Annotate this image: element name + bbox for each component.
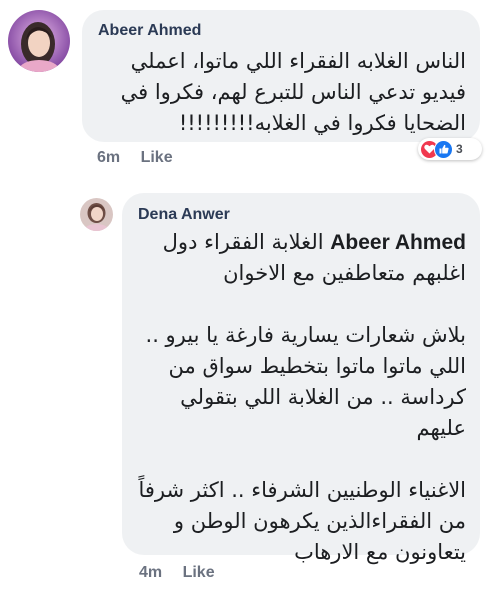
reply-line: عليهم <box>416 416 466 440</box>
reply-text: Abeer Ahmed الغلابة الفقراء دول اغلبهم م… <box>126 227 467 568</box>
like-reaction-icon <box>434 139 453 159</box>
comment-timestamp[interactable]: 6m <box>97 149 120 166</box>
avatar[interactable] <box>8 10 70 72</box>
reaction-count: 3 <box>456 142 463 156</box>
reply-line: بلاش شعارات يسارية فارغة يا بيرو .. <box>145 323 466 347</box>
comment-author[interactable]: Abeer Ahmed <box>98 22 201 40</box>
reply-line: كرداسة .. من الغلابة اللي بتقولي <box>180 385 466 409</box>
reply-first-line-text: الغلابة الفقراء دول <box>162 230 331 254</box>
comment-line: الناس الغلابه الفقراء اللي ماتوا، اعملي <box>130 49 466 73</box>
comment-line: الضحايا فكروا في الغلابه!!!!!!!!! <box>178 111 466 135</box>
comment-line: فيديو تدعي الناس للتبرع لهم، فكروا في <box>120 80 466 104</box>
reactions-badge[interactable]: 3 <box>418 138 482 160</box>
reply-author[interactable]: Dena Anwer <box>138 206 230 224</box>
mention-link[interactable]: Abeer Ahmed <box>330 231 466 254</box>
reply-timestamp[interactable]: 4m <box>139 564 162 581</box>
comment-bubble: Abeer Ahmed الناس الغلابه الفقراء اللي م… <box>82 10 480 142</box>
reply-line: الاغنياء الوطنيين الشرفاء .. اكثر شرفاً <box>138 478 467 502</box>
reply-like-button[interactable]: Like <box>183 564 215 581</box>
comment-text: الناس الغلابه الفقراء اللي ماتوا، اعملي … <box>96 46 466 139</box>
reply-avatar[interactable] <box>80 198 113 231</box>
reply-first-line: Abeer Ahmed الغلابة الفقراء دول <box>126 227 466 258</box>
reply-bubble: Dena Anwer Abeer Ahmed الغلابة الفقراء د… <box>122 193 480 564</box>
reply-line: اللي ماتوا ماتوا بتخطيط سواق من <box>168 354 466 378</box>
reply-line: اغلبهم متعاطفين مع الاخوان <box>223 261 466 285</box>
comment-meta: 6m Like <box>97 149 173 167</box>
like-button[interactable]: Like <box>141 149 173 166</box>
reply-meta: 4m Like <box>139 564 215 582</box>
reply-line: من الفقراءالذين يكرهون الوطن و <box>173 509 466 533</box>
